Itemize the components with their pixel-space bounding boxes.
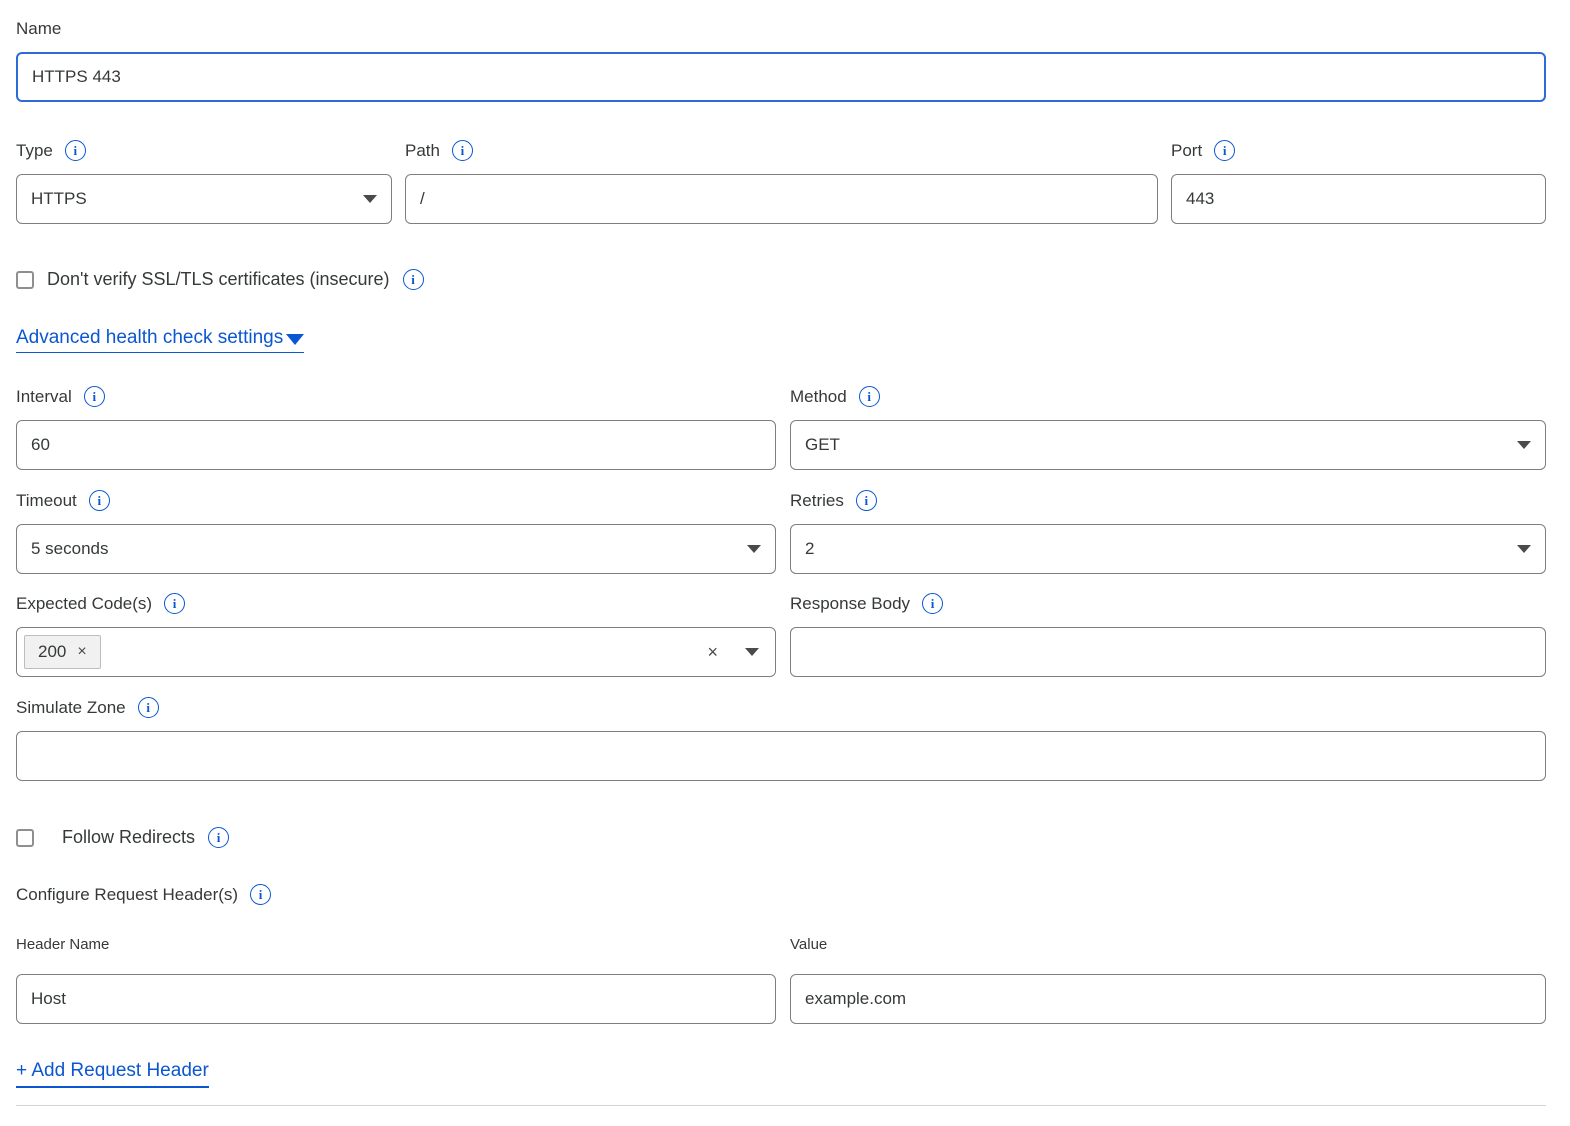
chevron-down-icon xyxy=(747,545,761,553)
advanced-settings-link[interactable]: Advanced health check settings xyxy=(16,327,304,353)
timeout-label-row: Timeout i xyxy=(16,490,776,511)
interval-method-row: Interval i Method i GET xyxy=(16,386,1546,470)
name-input[interactable] xyxy=(16,52,1546,102)
interval-input[interactable] xyxy=(16,420,776,470)
follow-redirects-checkbox[interactable] xyxy=(16,829,34,847)
follow-redirects-info-icon[interactable]: i xyxy=(208,827,229,848)
clear-all-icon[interactable]: × xyxy=(707,643,718,661)
simulate-zone-block: Simulate Zone i xyxy=(16,697,1546,781)
type-select[interactable]: HTTPS xyxy=(16,174,392,224)
method-label-row: Method i xyxy=(790,386,1546,407)
interval-label: Interval xyxy=(16,386,72,407)
type-label-row: Type i xyxy=(16,140,392,161)
ssl-verify-label: Don't verify SSL/TLS certificates (insec… xyxy=(47,269,390,290)
response-body-input[interactable] xyxy=(790,627,1546,677)
ssl-verify-info-icon[interactable]: i xyxy=(403,269,424,290)
simulate-zone-info-icon[interactable]: i xyxy=(138,697,159,718)
retries-label: Retries xyxy=(790,490,844,511)
retries-select[interactable]: 2 xyxy=(790,524,1546,574)
follow-redirects-row: Follow Redirects i xyxy=(16,827,1546,848)
timeout-retries-row: Timeout i 5 seconds Retries i 2 xyxy=(16,490,1546,574)
header-name-label-row: Header Name xyxy=(16,934,776,955)
header-value-input[interactable] xyxy=(790,974,1546,1024)
timeout-select-value: 5 seconds xyxy=(31,539,109,559)
add-request-header-link[interactable]: + Add Request Header xyxy=(16,1060,209,1088)
port-info-icon[interactable]: i xyxy=(1214,140,1235,161)
retries-label-row: Retries i xyxy=(790,490,1546,511)
expected-code-tag-value: 200 xyxy=(38,642,66,662)
request-headers-section-label: Configure Request Header(s) xyxy=(16,884,238,905)
ssl-verify-checkbox[interactable] xyxy=(16,271,34,289)
type-label: Type xyxy=(16,140,53,161)
response-body-label-row: Response Body i xyxy=(790,593,1546,614)
timeout-info-icon[interactable]: i xyxy=(89,490,110,511)
request-headers-section-row: Configure Request Header(s) i xyxy=(16,884,1546,905)
request-header-row: Header Name Value xyxy=(16,934,1546,1024)
health-check-form: Name Type i HTTPS Path i Port i xyxy=(0,0,1570,1126)
path-label-row: Path i xyxy=(405,140,1158,161)
path-info-icon[interactable]: i xyxy=(452,140,473,161)
interval-info-icon[interactable]: i xyxy=(84,386,105,407)
simulate-zone-label: Simulate Zone xyxy=(16,697,126,718)
expected-codes-info-icon[interactable]: i xyxy=(164,593,185,614)
codes-body-row: Expected Code(s) i 200 × × Response Body… xyxy=(16,593,1546,677)
expected-codes-label: Expected Code(s) xyxy=(16,593,152,614)
header-name-input[interactable] xyxy=(16,974,776,1024)
header-name-label: Header Name xyxy=(16,934,109,955)
advanced-settings-link-label: Advanced health check settings xyxy=(16,327,283,349)
response-body-label: Response Body xyxy=(790,593,910,614)
method-select-value: GET xyxy=(805,435,840,455)
response-body-info-icon[interactable]: i xyxy=(922,593,943,614)
type-select-value: HTTPS xyxy=(31,189,87,209)
remove-tag-icon[interactable]: × xyxy=(77,644,86,660)
port-input[interactable] xyxy=(1171,174,1546,224)
header-value-label: Value xyxy=(790,934,827,955)
name-label: Name xyxy=(16,18,61,39)
ssl-verify-checkbox-row: Don't verify SSL/TLS certificates (insec… xyxy=(16,269,1546,290)
retries-info-icon[interactable]: i xyxy=(856,490,877,511)
expected-codes-multiselect[interactable]: 200 × × xyxy=(16,627,776,677)
retries-select-value: 2 xyxy=(805,539,814,559)
simulate-zone-input[interactable] xyxy=(16,731,1546,781)
simulate-zone-label-row: Simulate Zone i xyxy=(16,697,1546,718)
expected-codes-label-row: Expected Code(s) i xyxy=(16,593,776,614)
section-divider xyxy=(16,1105,1546,1106)
type-path-port-row: Type i HTTPS Path i Port i xyxy=(16,140,1546,224)
method-label: Method xyxy=(790,386,847,407)
method-info-icon[interactable]: i xyxy=(859,386,880,407)
chevron-down-icon xyxy=(1517,545,1531,553)
path-label: Path xyxy=(405,140,440,161)
chevron-down-icon[interactable] xyxy=(745,648,759,656)
method-select[interactable]: GET xyxy=(790,420,1546,470)
triangle-down-icon xyxy=(286,334,304,345)
name-label-row: Name xyxy=(16,18,1546,39)
timeout-label: Timeout xyxy=(16,490,77,511)
expected-code-tag: 200 × xyxy=(24,635,101,669)
port-label-row: Port i xyxy=(1171,140,1546,161)
path-input[interactable] xyxy=(405,174,1158,224)
type-info-icon[interactable]: i xyxy=(65,140,86,161)
port-label: Port xyxy=(1171,140,1202,161)
interval-label-row: Interval i xyxy=(16,386,776,407)
follow-redirects-label: Follow Redirects xyxy=(62,827,195,848)
chevron-down-icon xyxy=(1517,441,1531,449)
chevron-down-icon xyxy=(363,195,377,203)
header-value-label-row: Value xyxy=(790,934,1546,955)
timeout-select[interactable]: 5 seconds xyxy=(16,524,776,574)
request-headers-info-icon[interactable]: i xyxy=(250,884,271,905)
